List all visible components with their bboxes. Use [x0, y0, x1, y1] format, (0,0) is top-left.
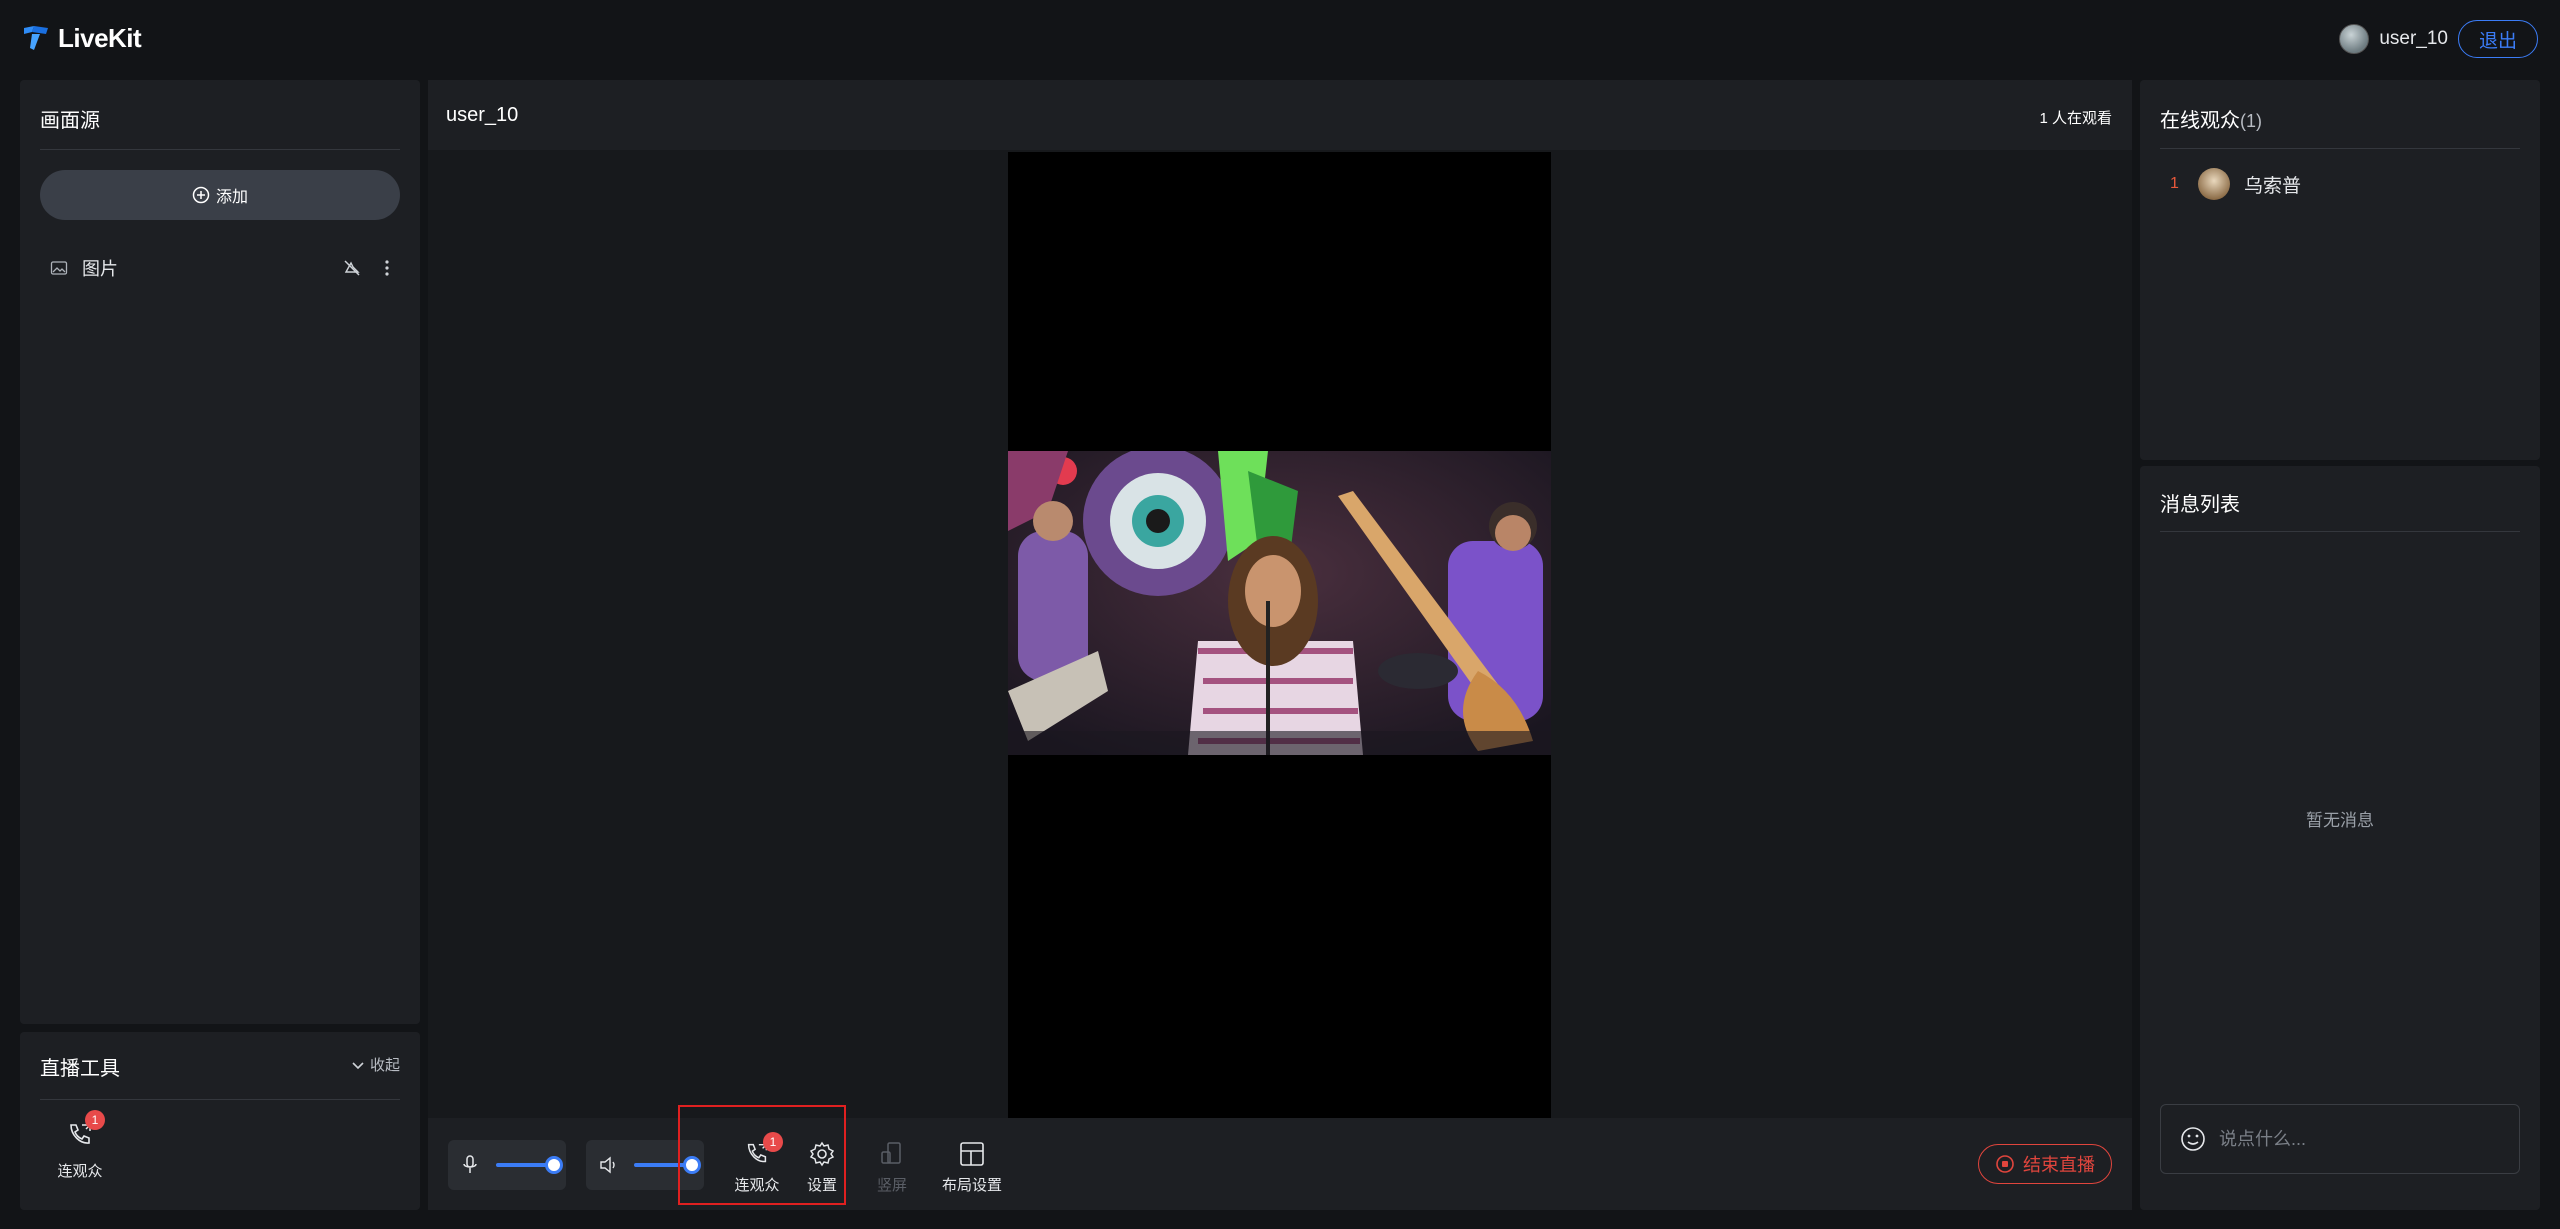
tool-connect-audience[interactable]: 1 连观众 — [50, 1110, 110, 1181]
sources-title: 画面源 — [40, 110, 100, 132]
more-vertical-icon[interactable] — [384, 259, 390, 277]
stage-panel: user_10 1 人在观看 1 连观众 设置 竖屏 布局设置 结束直播 — [428, 80, 2132, 1210]
mic-slider-track[interactable] — [496, 1163, 550, 1167]
notification-badge: 1 — [763, 1132, 783, 1152]
stage-header: user_10 1 人在观看 — [428, 80, 2132, 150]
speaker-volume-control[interactable] — [586, 1140, 704, 1190]
plus-circle-icon — [192, 186, 210, 204]
settings-label: 设置 — [806, 1177, 837, 1194]
audience-rank: 1 — [2170, 175, 2179, 192]
collapse-label: 收起 — [369, 1057, 400, 1074]
chat-input[interactable] — [2219, 1119, 2519, 1159]
chevron-down-icon — [352, 1061, 364, 1069]
mic-slider-thumb[interactable] — [545, 1156, 563, 1174]
audience-avatar — [2198, 168, 2230, 200]
message-title: 消息列表 — [2160, 494, 2240, 516]
gear-icon — [809, 1141, 835, 1167]
user-name: user_10 — [2379, 28, 2448, 49]
concert-photo — [1008, 451, 1551, 755]
online-audience-panel: 在线观众(1) 1 乌索普 — [2140, 80, 2540, 460]
add-source-button[interactable]: 添加 — [40, 170, 400, 220]
ctrl-icon-wrap: 1 — [743, 1132, 783, 1168]
app-logo[interactable]: LiveKit — [20, 22, 142, 54]
tool-label: 连观众 — [57, 1163, 103, 1180]
speaker-slider-thumb[interactable] — [683, 1156, 701, 1174]
video-canvas[interactable] — [1008, 152, 1551, 1118]
portrait-mode-button[interactable]: 竖屏 — [862, 1140, 922, 1195]
live-tools-panel: 直播工具 收起 1 连观众 — [20, 1032, 420, 1210]
tools-title: 直播工具 — [40, 1058, 120, 1080]
chat-input-box[interactable] — [2160, 1104, 2520, 1174]
layout-settings-label: 布局设置 — [941, 1177, 1002, 1194]
audience-count: (1) — [2240, 111, 2262, 131]
sources-panel: 画面源 添加 图片 — [20, 80, 420, 1024]
source-actions — [342, 258, 390, 278]
end-live-label: 结束直播 — [2023, 1155, 2095, 1175]
notification-badge: 1 — [85, 1110, 105, 1130]
stream-image — [1008, 451, 1551, 755]
logout-button[interactable]: 退出 — [2457, 20, 2538, 58]
audience-title: 在线观众(1) — [2160, 104, 2262, 133]
add-source-label: 添加 — [215, 189, 248, 206]
layout-settings-button[interactable]: 布局设置 — [932, 1140, 1012, 1195]
connect-audience-button[interactable]: 1 连观众 — [722, 1132, 792, 1195]
empty-message-text: 暂无消息 — [2306, 811, 2374, 830]
divider — [2160, 531, 2520, 532]
speaker-slider-track[interactable] — [634, 1163, 688, 1167]
tool-icon-wrap: 1 — [65, 1110, 105, 1150]
ctrl-icon-wrap — [958, 1140, 986, 1168]
top-bar: LiveKit user_10 退出 — [0, 0, 2560, 80]
app-name: LiveKit — [58, 22, 142, 53]
divider — [40, 1099, 400, 1100]
collapse-toggle[interactable]: 收起 — [350, 1054, 400, 1075]
audience-name: 乌索普 — [2244, 175, 2302, 197]
ctrl-icon-wrap — [808, 1140, 836, 1168]
microphone-icon[interactable] — [460, 1154, 480, 1176]
connect-audience-label: 连观众 — [734, 1177, 780, 1194]
ctrl-icon-wrap — [878, 1140, 906, 1168]
source-label: 图片 — [82, 259, 118, 279]
user-area: user_10 退出 — [2339, 20, 2538, 58]
livekit-logo-icon — [24, 26, 48, 50]
divider — [2160, 148, 2520, 149]
audience-list-item[interactable]: 1 乌索普 — [2160, 164, 2520, 204]
image-icon — [50, 261, 68, 275]
settings-button[interactable]: 设置 — [792, 1140, 852, 1195]
source-item[interactable]: 图片 — [40, 250, 400, 286]
speaker-icon[interactable] — [598, 1155, 620, 1175]
layout-icon — [960, 1142, 984, 1166]
message-panel: 消息列表 暂无消息 — [2140, 466, 2540, 1210]
end-live-button[interactable]: 结束直播 — [1978, 1144, 2112, 1184]
emoji-icon[interactable] — [2179, 1125, 2207, 1153]
record-stop-icon — [1996, 1155, 2014, 1173]
controls-bar: 1 连观众 设置 竖屏 布局设置 结束直播 — [428, 1105, 2132, 1210]
user-avatar[interactable] — [2339, 24, 2370, 54]
audience-title-text: 在线观众 — [2160, 110, 2240, 132]
host-name: user_10 — [446, 104, 519, 126]
visibility-off-icon[interactable] — [342, 258, 362, 278]
viewer-count: 1 人在观看 — [2039, 110, 2112, 127]
portrait-screen-icon — [881, 1142, 901, 1164]
portrait-mode-label: 竖屏 — [876, 1177, 907, 1194]
divider — [40, 149, 400, 150]
mic-volume-control[interactable] — [448, 1140, 566, 1190]
